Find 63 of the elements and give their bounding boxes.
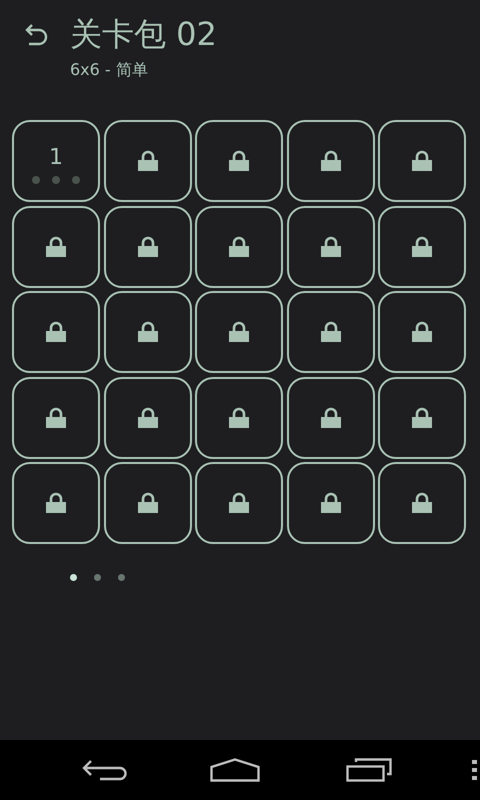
pack-subtitle: 6x6 - 简单 (70, 60, 149, 81)
padlock-icon (45, 406, 67, 428)
padlock-icon (228, 321, 250, 343)
padlock-icon (411, 150, 433, 172)
locked-level-button[interactable] (195, 291, 283, 373)
recent-apps-icon (346, 758, 392, 782)
star-dot (52, 176, 60, 184)
padlock-icon (411, 492, 433, 514)
padlock-icon (136, 150, 158, 172)
locked-level-button[interactable] (104, 120, 192, 202)
padlock-icon (411, 321, 433, 343)
padlock-icon (228, 492, 250, 514)
locked-level-button[interactable] (195, 376, 283, 458)
locked-level-button[interactable] (104, 462, 192, 544)
padlock-icon (320, 492, 342, 514)
locked-level-button[interactable] (378, 291, 466, 373)
pack-title: 关卡包 02 (70, 14, 217, 54)
locked-level-button[interactable] (286, 120, 374, 202)
home-button[interactable] (210, 758, 260, 782)
recent-apps-button[interactable] (346, 758, 392, 782)
padlock-icon (411, 236, 433, 258)
locked-level-button[interactable] (195, 462, 283, 544)
overflow-menu-icon (472, 760, 478, 780)
locked-level-button[interactable] (286, 462, 374, 544)
locked-level-button[interactable] (12, 376, 100, 458)
padlock-icon (136, 236, 158, 258)
padlock-icon (228, 406, 250, 428)
star-dot (72, 176, 80, 184)
padlock-icon (320, 406, 342, 428)
locked-level-button[interactable] (286, 206, 374, 288)
padlock-icon (320, 236, 342, 258)
padlock-icon (136, 492, 158, 514)
locked-level-button[interactable] (12, 462, 100, 544)
menu-button[interactable] (472, 760, 478, 780)
locked-level-button[interactable] (378, 462, 466, 544)
padlock-icon (136, 406, 158, 428)
locked-level-button[interactable] (104, 376, 192, 458)
locked-level-button[interactable] (195, 120, 283, 202)
locked-level-button[interactable] (104, 206, 192, 288)
padlock-icon (411, 406, 433, 428)
level-button[interactable]: 1 (12, 120, 100, 202)
locked-level-button[interactable] (378, 376, 466, 458)
home-icon (210, 758, 260, 782)
padlock-icon (228, 236, 250, 258)
locked-level-button[interactable] (286, 291, 374, 373)
padlock-icon (320, 150, 342, 172)
locked-level-button[interactable] (286, 376, 374, 458)
locked-level-button[interactable] (104, 291, 192, 373)
padlock-icon (45, 492, 67, 514)
locked-level-button[interactable] (12, 291, 100, 373)
locked-level-button[interactable] (12, 206, 100, 288)
padlock-icon (45, 236, 67, 258)
back-button[interactable] (82, 759, 128, 781)
back-arrow-icon (82, 759, 128, 781)
locked-level-button[interactable] (195, 206, 283, 288)
padlock-icon (320, 321, 342, 343)
star-dot (32, 176, 40, 184)
padlock-icon (228, 150, 250, 172)
locked-level-button[interactable] (378, 120, 466, 202)
padlock-icon (136, 321, 158, 343)
back-icon (23, 21, 49, 47)
locked-level-button[interactable] (378, 206, 466, 288)
padlock-icon (45, 321, 67, 343)
